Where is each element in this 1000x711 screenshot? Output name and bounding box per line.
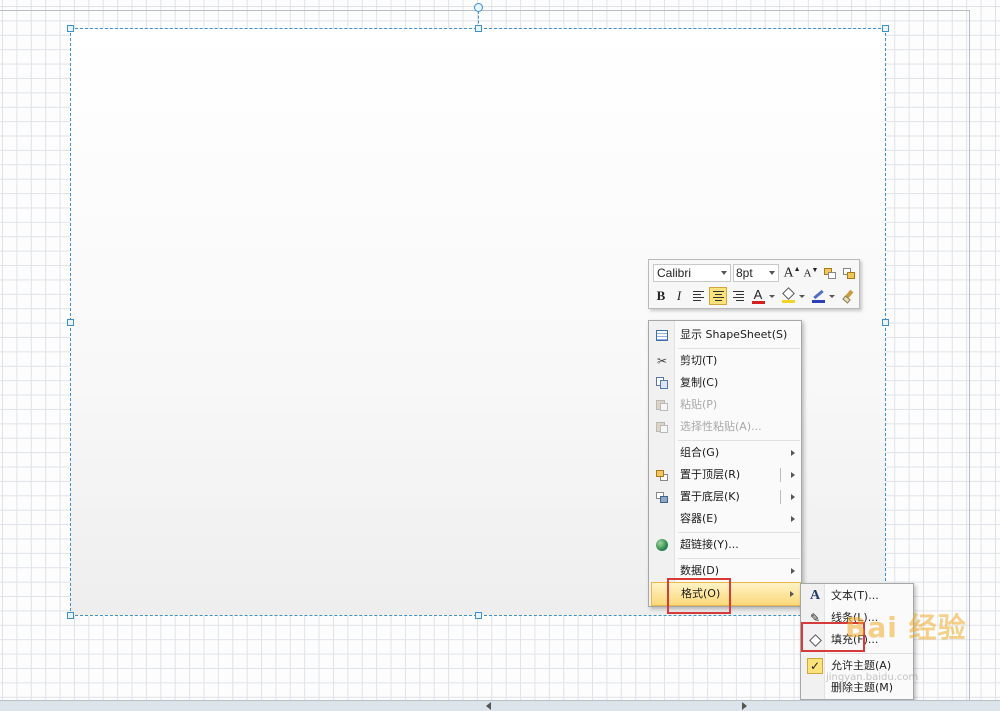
shrink-font-icon: A▼ [803,266,819,280]
shapesheet-icon [655,328,669,342]
chevron-right-icon [791,568,795,574]
line-color-button[interactable] [809,287,827,305]
red-callout-box-format [667,578,731,614]
mini-format-toolbar: Calibri 8pt A▲ A▼ B I A [648,259,860,309]
menu-item-label: 置于底层(K) [680,490,740,503]
resize-handle-top-left[interactable] [67,25,74,32]
menu-item-label: 超链接(Y)... [680,538,739,551]
chevron-down-icon[interactable] [769,295,775,298]
menu-item-group[interactable]: 组合(G) [651,442,801,464]
scissors-icon: ✂ [656,354,668,368]
rotation-handle[interactable] [474,3,483,12]
font-size-combo[interactable]: 8pt [733,264,779,282]
bold-icon: B [656,288,666,303]
paste-special-icon [655,420,669,434]
chevron-right-icon [790,591,794,597]
align-left-icon [692,291,704,301]
menu-item-label: 粘贴(P) [680,398,718,411]
submenu-item-label: 文本(T)... [831,589,879,602]
menu-item-paste[interactable]: 粘贴(P) [651,394,801,416]
menu-separator [678,558,800,559]
chevron-down-icon [721,271,727,275]
align-left-button[interactable] [689,287,707,305]
menu-separator [678,532,800,533]
shape-context-menu: 显示 ShapeSheet(S) ✂ 剪切(T) 复制(C) 粘贴(P) 选择性… [648,320,802,607]
fill-color-button[interactable] [779,287,797,305]
split-divider [780,468,781,482]
menu-separator [678,440,800,441]
resize-handle-top-center[interactable] [475,25,482,32]
scroll-left-icon[interactable] [486,702,491,710]
menu-item-label: 置于顶层(R) [680,468,741,481]
font-name-value: Calibri [657,266,692,280]
menu-item-send-to-back[interactable]: 置于底层(K) [651,486,801,508]
chevron-right-icon [791,450,795,456]
bring-to-front-icon [655,468,669,482]
resize-handle-bottom-center[interactable] [475,612,482,619]
text-a-icon: A [809,588,821,603]
copy-icon [655,376,669,390]
font-color-button[interactable]: A [749,287,767,305]
menu-separator [678,348,800,349]
hyperlink-globe-icon [655,538,669,552]
split-divider [780,490,781,504]
shrink-font-button[interactable]: A▼ [802,264,820,282]
baidu-jingyan-watermark: Bai 经验 [845,611,967,644]
grow-font-button[interactable]: A▲ [783,264,801,282]
menu-item-container[interactable]: 容器(E) [651,508,801,530]
paste-icon [655,398,669,412]
horizontal-scrollbar[interactable] [0,700,1000,711]
send-backward-icon [843,267,855,279]
chevron-right-icon [791,516,795,522]
menu-item-label: 剪切(T) [680,354,718,367]
align-right-button[interactable] [729,287,747,305]
send-backward-button[interactable] [840,264,858,282]
italic-icon: I [676,288,682,303]
format-painter-button[interactable] [839,287,857,305]
format-painter-brush-icon [841,289,855,304]
align-center-icon [712,291,724,301]
menu-item-paste-special[interactable]: 选择性粘贴(A)... [651,416,801,438]
fill-bucket-icon [781,287,795,303]
menu-item-hyperlink[interactable]: 超链接(Y)... [651,534,801,556]
menu-item-label: 选择性粘贴(A)... [680,420,762,433]
submenu-item-text[interactable]: A 文本(T)... [803,585,913,607]
watermark-url: jingyan.baidu.com [826,672,919,683]
resize-handle-bottom-left[interactable] [67,612,74,619]
menu-item-show-shapesheet[interactable]: 显示 ShapeSheet(S) [651,324,801,346]
bring-forward-button[interactable] [821,264,839,282]
font-size-value: 8pt [736,266,753,280]
menu-item-label: 复制(C) [680,376,719,389]
menu-item-label: 组合(G) [680,446,720,459]
chevron-down-icon [769,271,775,275]
grow-font-icon: A▲ [783,264,801,281]
align-center-button[interactable] [709,287,727,305]
bold-button[interactable]: B [652,287,670,305]
bring-forward-icon [824,267,836,279]
align-right-icon [732,291,744,301]
chevron-right-icon[interactable] [791,472,795,478]
menu-item-bring-to-front[interactable]: 置于顶层(R) [651,464,801,486]
menu-item-label: 显示 ShapeSheet(S) [680,328,788,341]
italic-button[interactable]: I [670,287,688,305]
pen-icon [811,289,825,303]
chevron-down-icon[interactable] [829,295,835,298]
checkmark-icon: ✓ [807,658,823,674]
menu-item-label: 容器(E) [680,512,718,525]
resize-handle-middle-left[interactable] [67,319,74,326]
resize-handle-middle-right[interactable] [882,319,889,326]
menu-item-cut[interactable]: ✂ 剪切(T) [651,350,801,372]
menu-item-copy[interactable]: 复制(C) [651,372,801,394]
font-name-combo[interactable]: Calibri [653,264,731,282]
menu-separator [827,653,913,654]
scroll-right-icon[interactable] [742,702,747,710]
send-to-back-icon [655,490,669,504]
resize-handle-top-right[interactable] [882,25,889,32]
chevron-down-icon[interactable] [799,295,805,298]
font-color-icon: A [751,288,765,304]
chevron-right-icon[interactable] [791,494,795,500]
